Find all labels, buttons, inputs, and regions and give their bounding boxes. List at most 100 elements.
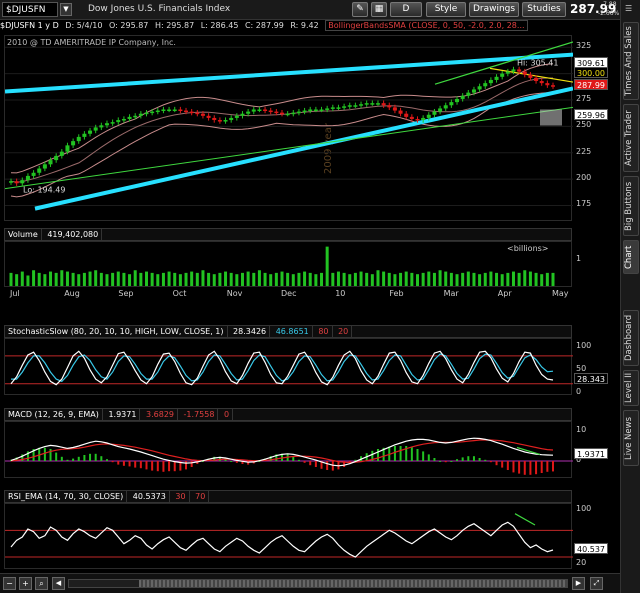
grid-button[interactable]: ▦ [371, 2, 387, 17]
horizontal-scrollbar[interactable]: − + ⌕ ◀ ▶ ⤢ [0, 573, 620, 593]
stochastic-header: StochasticSlow (80, 20, 10, 10, HIGH, LO… [4, 325, 572, 338]
macd-histogram-bar [326, 461, 329, 470]
drawings-label: Drawings [472, 4, 516, 14]
candle-body [302, 110, 307, 113]
scroll-thumb[interactable] [139, 580, 567, 587]
style-label: Style [434, 4, 458, 14]
volume-bar [229, 272, 233, 286]
candle-body [511, 69, 516, 72]
bar-close: C: 287.99 [244, 21, 284, 30]
volume-bar [49, 271, 53, 286]
candle-body [110, 122, 115, 124]
date-tick-label: Apr [497, 289, 512, 298]
yellow-line-price-tag: 300.00 [574, 66, 608, 78]
volume-bar [478, 274, 482, 286]
tab-active-trader[interactable]: Active Trader [623, 104, 639, 172]
tab-chart[interactable]: Chart [623, 240, 639, 274]
stochastic-axis-label: 50 [576, 363, 587, 373]
macd-histogram-bar [422, 451, 425, 461]
macd-histogram-bar [552, 461, 554, 472]
stochastic-panel[interactable] [4, 338, 573, 395]
date-tick-label: Nov [226, 289, 243, 298]
candle-body [370, 103, 375, 105]
drawings-button[interactable]: Drawings [469, 2, 519, 17]
volume-bar [133, 270, 137, 286]
candle-body [545, 83, 550, 86]
scroll-right-icon[interactable]: ▶ [572, 577, 585, 590]
volume-bar [506, 272, 510, 286]
volume-bar [139, 272, 143, 286]
candle-body [9, 181, 13, 183]
candle-body [144, 112, 149, 115]
right-sidebar: ☰ Times And Sales Active Trader Big Butt… [620, 0, 640, 593]
candle-body [206, 115, 211, 118]
volume-bar [65, 271, 69, 286]
macd-histogram-bar [292, 456, 295, 461]
macd-histogram-bar [230, 461, 233, 462]
volume-bar [320, 272, 324, 286]
candle-body [25, 175, 30, 181]
volume-bar [207, 272, 211, 286]
tab-live-news[interactable]: Live News [623, 410, 639, 466]
zoom-in-icon[interactable]: + [19, 577, 32, 590]
macd-histogram-bar [495, 461, 498, 466]
price-panel[interactable]: 2010 @ TD AMERITRADE IP Company, Inc. 20… [4, 35, 573, 221]
volume-bar [77, 274, 81, 286]
volume-bar [387, 272, 391, 286]
scroll-left-icon[interactable]: ◀ [52, 577, 65, 590]
tab-big-buttons[interactable]: Big Buttons [623, 176, 639, 236]
style-button[interactable]: Style [426, 2, 466, 17]
volume-bar [472, 272, 476, 286]
symbol-description: Dow Jones U.S. Financials Index [88, 4, 231, 14]
macd-panel[interactable] [4, 421, 573, 478]
tab-level-ii[interactable]: Level II [623, 370, 639, 406]
rsi-axis-label: 20 [576, 557, 587, 567]
magnifier-icon[interactable]: ⌕ [35, 577, 48, 590]
rsi-chart [5, 513, 573, 558]
candle-body [184, 110, 189, 113]
volume-bar [60, 270, 64, 286]
rsi-title: RSI_EMA (14, 70, 30, CLOSE) [5, 491, 128, 502]
period-button[interactable]: D [390, 2, 422, 17]
candle-body [138, 113, 143, 116]
macd-histogram-bar [467, 456, 470, 461]
volume-bar [82, 272, 86, 286]
symbol-dropdown-icon[interactable]: ▼ [60, 3, 72, 16]
candle-body [432, 111, 437, 115]
tab-times-and-sales[interactable]: Times And Sales [623, 22, 639, 100]
studies-button[interactable]: Studies [522, 2, 566, 17]
macd-histogram-bar [376, 449, 379, 461]
sidebar-menu-icon[interactable]: ☰ [625, 4, 637, 14]
candle-body [387, 105, 392, 108]
macd-histogram-bar [151, 461, 154, 471]
price-axis-label: 325 [576, 41, 592, 51]
candle-body [54, 155, 59, 161]
macd-histogram-bar [523, 461, 526, 475]
tab-dashboard[interactable]: Dashboard [623, 310, 639, 366]
symbol-input[interactable]: $DJUSFN [2, 2, 58, 17]
rsi-panel[interactable] [4, 503, 573, 569]
expand-icon[interactable]: ⤢ [590, 577, 603, 590]
macd-zero: 0 [221, 409, 234, 420]
tools-button[interactable]: ✎ [352, 2, 368, 17]
chart-toolbar: $DJUSFN ▼ Dow Jones U.S. Financials Inde… [0, 0, 620, 20]
scroll-track[interactable] [68, 579, 568, 588]
bollinger-upper-line [10, 63, 554, 174]
stochastic-d-value: 46.8651 [273, 326, 313, 337]
volume-bar [551, 272, 555, 286]
zoom-out-icon[interactable]: − [3, 577, 16, 590]
volume-bar [257, 270, 261, 286]
bar-low: L: 286.45 [200, 21, 239, 30]
rsi-overbought: 70 [192, 491, 210, 502]
volume-panel[interactable]: <billions> [4, 241, 572, 287]
volume-bar [540, 274, 544, 286]
candle-body [534, 77, 539, 82]
candle-body [285, 113, 290, 116]
candle-body [409, 116, 414, 119]
volume-bar [99, 272, 103, 286]
macd-chart [5, 437, 573, 475]
price-axes: 175200225250275300325105010001020100309.… [574, 0, 620, 573]
volume-bar [43, 274, 47, 286]
macd-histogram-bar [506, 461, 509, 470]
candle-body [477, 86, 482, 90]
